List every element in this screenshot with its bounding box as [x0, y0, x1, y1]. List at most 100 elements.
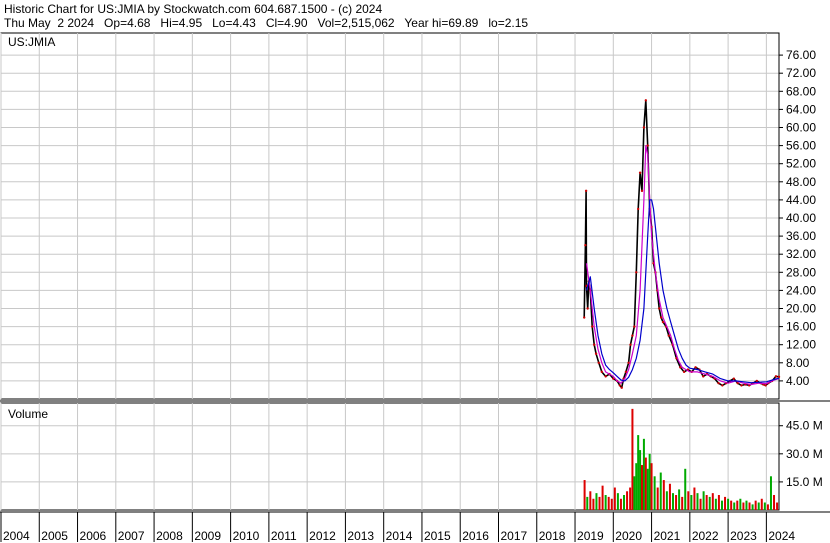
volume-bar	[592, 498, 595, 510]
x-tick-label: 2022	[692, 529, 719, 543]
price-tick-label: 24.00	[786, 283, 816, 297]
volume-bar	[724, 496, 727, 510]
close-point	[659, 316, 663, 319]
price-tick-label: 36.00	[786, 229, 816, 243]
x-tick-label: 2004	[3, 529, 30, 543]
volume-bar	[659, 472, 662, 510]
volume-bar	[757, 502, 760, 510]
volume-bar	[629, 487, 632, 510]
volume-bar	[687, 491, 690, 510]
close-point	[636, 207, 640, 211]
x-tick-label: 2015	[424, 529, 451, 543]
close-point	[755, 379, 759, 383]
x-tick-label: 2005	[41, 529, 68, 543]
volume-bar	[607, 496, 610, 510]
volume-bar	[671, 493, 674, 510]
volume-bar	[760, 498, 763, 510]
close-point	[597, 361, 600, 364]
volume-bar	[711, 493, 714, 510]
price-tick-label: 72.00	[786, 66, 816, 80]
close-point	[583, 316, 586, 319]
volume-bar	[653, 476, 656, 510]
close-point	[702, 375, 705, 378]
price-tick-label: 12.00	[786, 338, 816, 352]
volume-bar	[702, 491, 705, 510]
close-point	[777, 375, 781, 379]
volume-bar	[751, 504, 754, 510]
volume-bar	[748, 502, 751, 510]
volume-bar	[601, 485, 604, 510]
volume-bar	[635, 463, 638, 510]
close-point	[721, 384, 724, 387]
close-point	[604, 375, 607, 378]
close-point	[584, 189, 588, 193]
volume-bar	[745, 500, 748, 510]
volume-bar	[766, 504, 769, 510]
price-panel	[0, 32, 780, 400]
volume-tick-label: 45.0 M	[786, 419, 823, 433]
price-tick-label: 20.00	[786, 302, 816, 316]
volume-bar	[595, 493, 598, 510]
close-point	[592, 343, 596, 346]
price-tick-label: 4.00	[786, 374, 810, 388]
volume-bar	[684, 468, 687, 510]
price-tick-label: 76.00	[786, 48, 816, 62]
price-tick-label: 8.00	[786, 356, 810, 370]
volume-bar	[705, 495, 708, 510]
close-point	[658, 307, 661, 310]
x-tick-label: 2017	[500, 529, 527, 543]
volume-bar	[640, 465, 643, 510]
volume-bar	[714, 498, 717, 510]
volume-bar	[773, 495, 776, 510]
close-point	[629, 343, 632, 346]
x-tick-label: 2009	[194, 529, 221, 543]
volume-bar	[776, 502, 779, 510]
volume-bar	[650, 463, 653, 510]
price-tick-label: 44.00	[786, 193, 816, 207]
close-point	[638, 171, 642, 174]
volume-bar	[616, 493, 619, 510]
x-tick-label: 2013	[347, 529, 374, 543]
volume-bar	[619, 498, 622, 510]
close-point	[635, 271, 638, 274]
x-tick-label: 2010	[233, 529, 260, 543]
volume-bar	[754, 500, 757, 510]
volume-bar	[763, 502, 766, 510]
volume-bar	[681, 496, 684, 510]
volume-bar	[675, 495, 678, 510]
close-point	[591, 325, 594, 328]
close-point	[667, 334, 670, 337]
close-point	[618, 384, 622, 387]
volume-bar	[604, 495, 607, 510]
price-tick-label: 68.00	[786, 84, 816, 98]
volume-bar	[639, 450, 642, 510]
volume-bar	[633, 476, 636, 510]
price-tick-label: 60.00	[786, 121, 816, 135]
close-point	[594, 352, 598, 355]
close-point	[633, 325, 636, 328]
volume-bar	[668, 483, 671, 510]
volume-bar	[678, 489, 681, 510]
close-point	[620, 386, 623, 389]
x-tick-label: 2012	[309, 529, 336, 543]
x-tick-label: 2021	[654, 529, 681, 543]
price-tick-label: 64.00	[786, 102, 816, 116]
volume-tick-label: 15.0 M	[786, 475, 823, 489]
close-point	[640, 189, 644, 193]
close-point	[717, 381, 720, 385]
volume-bar	[589, 491, 592, 510]
volume-bar	[648, 453, 651, 510]
x-tick-label: 2011	[271, 529, 297, 543]
price-tick-label: 40.00	[786, 211, 816, 225]
price-tick-label: 56.00	[786, 139, 816, 153]
x-tick-label: 2006	[80, 529, 107, 543]
close-point	[586, 307, 589, 310]
x-tick-label: 2007	[118, 529, 145, 543]
volume-bar	[690, 495, 693, 510]
price-tick-label: 48.00	[786, 175, 816, 189]
close-point	[584, 243, 587, 247]
close-point	[740, 384, 743, 387]
volume-bar	[693, 487, 696, 510]
volume-bar	[646, 468, 649, 510]
volume-bar	[717, 495, 720, 510]
